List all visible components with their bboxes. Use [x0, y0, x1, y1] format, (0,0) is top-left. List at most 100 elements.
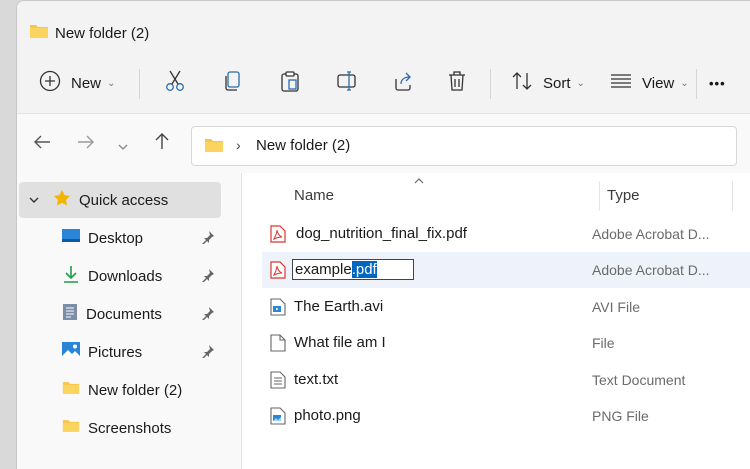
view-list-icon	[610, 73, 632, 94]
copy-button[interactable]	[223, 63, 243, 103]
rename-text-base: example	[295, 261, 352, 278]
documents-icon	[62, 303, 78, 326]
paste-button[interactable]	[280, 63, 300, 103]
rename-button[interactable]	[336, 63, 358, 103]
file-list: Name Type dog_nutrition_final_fix.pdf Ad…	[242, 173, 750, 469]
sidebar-item-screenshots[interactable]: Screenshots	[17, 410, 239, 446]
file-type: Adobe Acrobat D...	[592, 262, 710, 278]
file-explorer-window: New folder (2) New ⌄ Sort ⌄ View ⌄ ••• ›…	[16, 0, 750, 469]
sidebar-item-label: Desktop	[88, 229, 144, 247]
window-title: New folder (2)	[55, 25, 150, 42]
folder-icon	[29, 23, 49, 44]
copy-icon	[223, 70, 243, 97]
sidebar-item-pictures[interactable]: Pictures	[17, 334, 239, 370]
pictures-icon	[62, 341, 80, 363]
scissors-icon	[165, 70, 185, 97]
pdf-icon	[270, 261, 286, 284]
more-options-button[interactable]: •••	[709, 63, 726, 103]
file-row[interactable]: text.txt Text Document	[262, 362, 750, 398]
sidebar-item-label: Pictures	[88, 343, 143, 361]
file-name: The Earth.avi	[294, 298, 384, 315]
view-label: View	[642, 74, 675, 92]
sidebar-item-downloads[interactable]: Downloads	[17, 258, 239, 294]
folder-icon	[62, 380, 80, 400]
share-icon	[392, 70, 414, 97]
sidebar-item-label: Documents	[86, 305, 162, 323]
file-type: Text Document	[592, 372, 686, 388]
toolbar-divider	[490, 69, 491, 99]
sort-ascending-icon	[414, 176, 424, 187]
sidebar-item-new-folder-2[interactable]: New folder (2)	[17, 372, 239, 408]
file-name: What file am I	[294, 334, 386, 351]
file-row[interactable]: dog_nutrition_final_fix.pdf Adobe Acroba…	[262, 216, 750, 252]
sort-label: Sort	[543, 74, 571, 92]
back-button[interactable]	[33, 134, 51, 155]
sidebar-item-desktop[interactable]: Desktop	[17, 220, 239, 256]
navigation-pane: Quick access Desktop Downloads Documents…	[17, 173, 241, 469]
pin-icon	[201, 230, 215, 249]
folder-icon	[62, 418, 80, 438]
column-separator[interactable]	[732, 181, 733, 211]
clipboard-icon	[280, 70, 300, 97]
sort-icon	[511, 71, 533, 96]
sidebar-item-label: Screenshots	[88, 419, 172, 437]
toolbar-divider	[696, 69, 697, 99]
recent-locations-chevron-icon[interactable]	[118, 138, 128, 156]
file-type: Adobe Acrobat D...	[592, 226, 710, 242]
folder-icon	[204, 137, 224, 158]
toolbar-divider	[139, 69, 140, 99]
chevron-down-icon: ⌄	[107, 77, 116, 89]
navigation-bar: › New folder (2)	[17, 113, 750, 174]
trash-icon	[447, 70, 467, 97]
cut-button[interactable]	[165, 63, 185, 103]
new-label: New	[71, 74, 102, 92]
plus-circle-icon	[39, 70, 61, 97]
file-row[interactable]: The Earth.avi AVI File	[262, 289, 750, 325]
sort-button[interactable]: Sort ⌄	[511, 63, 585, 103]
breadcrumb-current-folder[interactable]: New folder (2)	[256, 137, 350, 154]
blank-file-icon	[270, 334, 286, 357]
file-row-selected[interactable]: example.pdf Adobe Acrobat D...	[262, 252, 750, 288]
forward-button[interactable]	[77, 134, 95, 155]
column-header-type[interactable]: Type	[607, 187, 640, 204]
delete-button[interactable]	[447, 63, 467, 103]
chevron-down-icon: ⌄	[680, 77, 689, 89]
star-icon	[53, 189, 71, 212]
file-type: PNG File	[592, 408, 649, 424]
image-file-icon	[270, 407, 286, 430]
download-icon	[62, 265, 80, 288]
file-name: text.txt	[294, 371, 339, 388]
breadcrumb-separator: ›	[236, 137, 241, 153]
share-button[interactable]	[392, 63, 414, 103]
rename-icon	[336, 70, 358, 97]
pin-icon	[201, 344, 215, 363]
view-button[interactable]: View ⌄	[610, 63, 689, 103]
file-name: photo.png	[294, 407, 361, 424]
pdf-icon	[270, 225, 286, 248]
text-file-icon	[270, 371, 286, 394]
rename-input[interactable]: example.pdf	[292, 259, 414, 280]
sidebar-item-label: New folder (2)	[88, 381, 183, 399]
up-button[interactable]	[154, 132, 170, 155]
command-bar: New ⌄ Sort ⌄ View ⌄ •••	[17, 61, 750, 113]
new-button[interactable]: New ⌄	[39, 63, 115, 103]
file-name: dog_nutrition_final_fix.pdf	[296, 225, 467, 242]
chevron-down-icon: ⌄	[576, 77, 585, 89]
rename-text-selection: .pdf	[351, 261, 377, 278]
pin-icon	[201, 268, 215, 287]
pin-icon	[201, 306, 215, 325]
desktop-icon	[62, 228, 80, 249]
column-separator[interactable]	[599, 181, 600, 211]
sidebar-item-documents[interactable]: Documents	[17, 296, 239, 332]
title-bar: New folder (2)	[17, 1, 750, 61]
chevron-down-icon[interactable]	[29, 191, 43, 209]
address-bar[interactable]: › New folder (2)	[191, 126, 737, 166]
file-row[interactable]: photo.png PNG File	[262, 398, 750, 434]
more-icon: •••	[709, 75, 726, 91]
sidebar-item-label: Downloads	[88, 267, 163, 285]
file-row[interactable]: What file am I File	[262, 325, 750, 361]
file-type: AVI File	[592, 299, 640, 315]
sidebar-item-label: Quick access	[79, 191, 169, 209]
sidebar-item-quick-access[interactable]: Quick access	[19, 182, 221, 218]
column-header-name[interactable]: Name	[294, 187, 334, 204]
